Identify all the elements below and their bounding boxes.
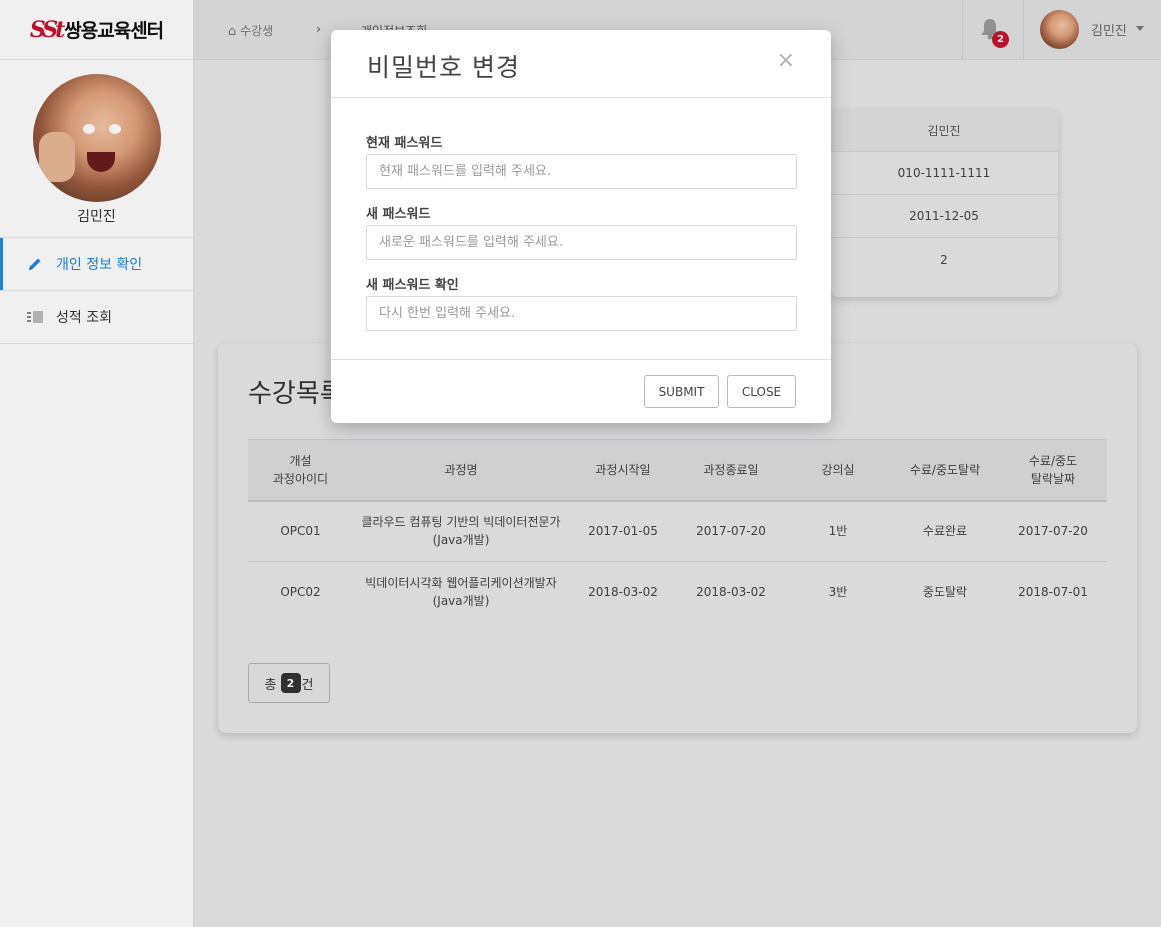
close-button[interactable]: CLOSE [727,375,796,408]
submit-button[interactable]: SUBMIT [644,375,719,408]
current-password-input[interactable] [366,154,797,189]
form-group: 새 패스워드 [366,203,797,260]
modal-header: 비밀번호 변경 × [331,30,831,98]
form-group: 새 패스워드 확인 [366,274,797,331]
change-password-modal: 비밀번호 변경 × 현재 패스워드 새 패스워드 새 패스워드 확인 SUBMI… [331,30,831,423]
modal-title: 비밀번호 변경 [367,53,520,82]
modal-footer: SUBMIT CLOSE [331,360,831,422]
new-password-input[interactable] [366,225,797,260]
current-password-label: 현재 패스워드 [366,136,443,151]
form-group: 현재 패스워드 [366,132,797,189]
confirm-password-label: 새 패스워드 확인 [366,278,459,293]
close-icon[interactable]: × [777,48,795,73]
confirm-password-input[interactable] [366,296,797,331]
new-password-label: 새 패스워드 [366,207,431,222]
modal-body: 현재 패스워드 새 패스워드 새 패스워드 확인 [331,98,831,360]
